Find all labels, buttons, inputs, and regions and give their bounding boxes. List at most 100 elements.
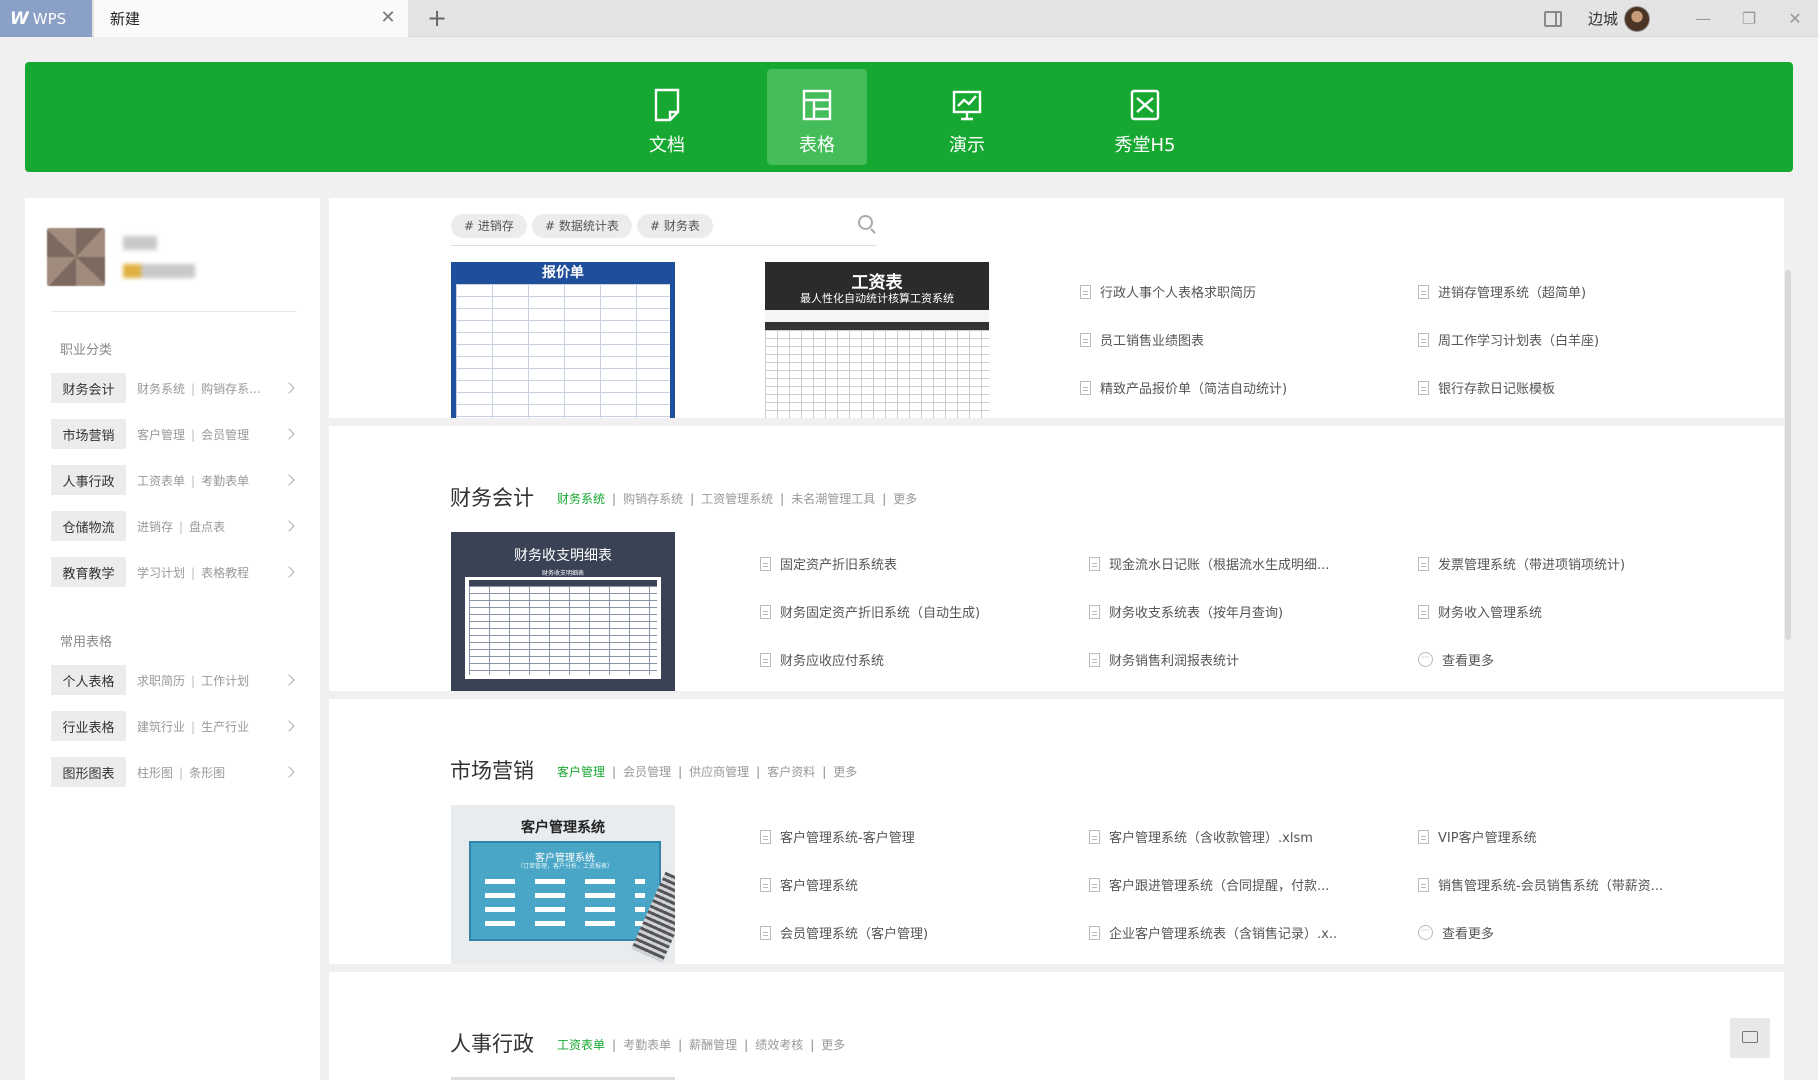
sidebar-row-finance[interactable]: 财务会计 财务系统 | 购销存系... [51, 373, 297, 403]
sidebar-row-personal[interactable]: 个人表格 求职简历 | 工作计划 [51, 665, 297, 695]
profile-avatar[interactable] [47, 228, 105, 286]
thumbnail-salary[interactable]: 工资表 最人性化自动统计核算工资系统 [765, 262, 989, 418]
sidebar-sub-link[interactable]: 学习计划 [137, 566, 185, 580]
template-link[interactable]: 客户管理系统 [760, 875, 858, 894]
sidebar-sub-link[interactable]: 会员管理 [201, 428, 249, 442]
template-link[interactable]: 客户管理系统-客户管理 [760, 827, 915, 846]
sidebar-tag[interactable]: 教育教学 [51, 557, 126, 587]
section-link[interactable]: 财务系统 [557, 492, 605, 506]
sidebar-sub-link[interactable]: 财务系统 [137, 382, 185, 396]
template-link[interactable]: 财务应收应付系统 [760, 650, 884, 669]
sidebar-sub-link[interactable]: 考勤表单 [201, 474, 249, 488]
template-link[interactable]: 固定资产折旧系统表 [760, 554, 897, 573]
template-link[interactable]: 发票管理系统（带进项销项统计) [1418, 554, 1625, 573]
template-link[interactable]: 财务收支系统表（按年月查询) [1089, 602, 1283, 621]
chevron-right-icon[interactable] [283, 382, 295, 394]
sidebar-tag[interactable]: 财务会计 [51, 373, 126, 403]
sidebar-sub-link[interactable]: 进销存 [137, 520, 173, 534]
section-link[interactable]: 供应商管理 [689, 765, 749, 779]
thumbnail-crm[interactable]: 客户管理系统 客户管理系统 （订单管理，客户分析，工资报表） [451, 805, 675, 964]
template-link[interactable]: 周工作学习计划表（白羊座) [1418, 330, 1599, 349]
sidebar-tag[interactable]: 仓储物流 [51, 511, 126, 541]
template-link[interactable]: 精致产品报价单（简洁自动统计) [1080, 378, 1287, 397]
category-h5[interactable]: 秀堂H5 [1085, 69, 1205, 165]
sidebar-sub-link[interactable]: 求职简历 [137, 674, 185, 688]
sidebar-sub-link[interactable]: 盘点表 [189, 520, 225, 534]
category-document[interactable]: 文档 [617, 69, 717, 165]
chevron-right-icon[interactable] [283, 474, 295, 486]
view-more-link[interactable]: ··· 查看更多 [1418, 650, 1494, 669]
restore-icon[interactable]: ❐ [1726, 0, 1772, 37]
sidebar-row-logistics[interactable]: 仓储物流 进销存 | 盘点表 [51, 511, 297, 541]
sidebar-tag[interactable]: 人事行政 [51, 465, 126, 495]
more-link[interactable]: 更多 [833, 765, 857, 779]
scrollbar[interactable] [1785, 270, 1791, 640]
sidebar-sub-link[interactable]: 工资表单 [137, 474, 185, 488]
search-input[interactable] [451, 245, 876, 246]
sidebar-sub-link[interactable]: 条形图 [189, 766, 225, 780]
section-link[interactable]: 考勤表单 [623, 1038, 671, 1052]
chevron-right-icon[interactable] [283, 520, 295, 532]
section-link[interactable]: 购销存系统 [623, 492, 683, 506]
add-tab-icon[interactable]: + [424, 5, 450, 31]
chevron-right-icon[interactable] [283, 766, 295, 778]
section-link[interactable]: 客户管理 [557, 765, 605, 779]
template-link[interactable]: 行政人事个人表格求职简历 [1080, 282, 1256, 301]
view-more-link[interactable]: ··· 查看更多 [1418, 923, 1494, 942]
sidebar-tag[interactable]: 行业表格 [51, 711, 126, 741]
template-link[interactable]: 客户跟进管理系统（合同提醒，付款... [1089, 875, 1329, 894]
template-link[interactable]: 会员管理系统（客户管理) [760, 923, 928, 942]
section-link[interactable]: 会员管理 [623, 765, 671, 779]
section-link[interactable]: 工资表单 [557, 1038, 605, 1052]
user-avatar[interactable] [1624, 5, 1650, 32]
sidebar-sub-link[interactable]: 购销存系... [201, 382, 260, 396]
layout-toggle-icon[interactable] [1543, 10, 1562, 27]
chevron-right-icon[interactable] [283, 428, 295, 440]
template-link[interactable]: VIP客户管理系统 [1418, 827, 1537, 846]
sidebar-sub-link[interactable]: 表格教程 [201, 566, 249, 580]
sidebar-row-education[interactable]: 教育教学 学习计划 | 表格教程 [51, 557, 297, 587]
chevron-right-icon[interactable] [283, 674, 295, 686]
minimize-icon[interactable]: — [1680, 0, 1726, 37]
hot-tag[interactable]: # 财务表 [637, 214, 713, 238]
sidebar-sub-link[interactable]: 客户管理 [137, 428, 185, 442]
category-table[interactable]: 表格 [767, 69, 867, 165]
sidebar-sub-link[interactable]: 建筑行业 [137, 720, 185, 734]
template-link[interactable]: 销售管理系统-会员销售系统（带薪资... [1418, 875, 1663, 894]
sidebar-row-marketing[interactable]: 市场营销 客户管理 | 会员管理 [51, 419, 297, 449]
template-link[interactable]: 企业客户管理系统表（含销售记录）.x.. [1089, 923, 1337, 942]
template-link[interactable]: 进销存管理系统（超简单) [1418, 282, 1586, 301]
template-link[interactable]: 现金流水日记账（根据流水生成明细... [1089, 554, 1329, 573]
chevron-right-icon[interactable] [283, 566, 295, 578]
section-link[interactable]: 客户资料 [767, 765, 815, 779]
wps-home-tab[interactable]: W WPS [0, 0, 92, 37]
category-presentation[interactable]: 演示 [917, 69, 1017, 165]
sidebar-tag[interactable]: 个人表格 [51, 665, 126, 695]
feedback-button[interactable] [1730, 1018, 1770, 1058]
more-link[interactable]: 更多 [893, 492, 917, 506]
new-doc-tab[interactable]: 新建 ✕ [94, 0, 408, 37]
user-name[interactable]: 边城 [1588, 8, 1618, 29]
more-link[interactable]: 更多 [821, 1038, 845, 1052]
sidebar-tag[interactable]: 图形图表 [51, 757, 126, 787]
sidebar-sub-link[interactable]: 生产行业 [201, 720, 249, 734]
sidebar-sub-link[interactable]: 柱形图 [137, 766, 173, 780]
section-link[interactable]: 薪酬管理 [689, 1038, 737, 1052]
sidebar-row-industry[interactable]: 行业表格 建筑行业 | 生产行业 [51, 711, 297, 741]
search-icon[interactable] [858, 215, 873, 230]
section-link[interactable]: 工资管理系统 [701, 492, 773, 506]
sidebar-sub-link[interactable]: 工作计划 [201, 674, 249, 688]
thumbnail-quote[interactable]: 报价单 [451, 262, 675, 418]
template-link[interactable]: 员工销售业绩图表 [1080, 330, 1204, 349]
template-link[interactable]: 财务固定资产折旧系统（自动生成) [760, 602, 980, 621]
template-link[interactable]: 财务收入管理系统 [1418, 602, 1542, 621]
thumbnail-finance[interactable]: 财务收支明细表 财务收支明细表 [451, 532, 675, 691]
section-link[interactable]: 绩效考核 [755, 1038, 803, 1052]
sidebar-tag[interactable]: 市场营销 [51, 419, 126, 449]
template-link[interactable]: 银行存款日记账模板 [1418, 378, 1555, 397]
section-link[interactable]: 未名潮管理工具 [791, 492, 875, 506]
template-link[interactable]: 财务销售利润报表统计 [1089, 650, 1239, 669]
sidebar-row-hr[interactable]: 人事行政 工资表单 | 考勤表单 [51, 465, 297, 495]
hot-tag[interactable]: # 数据统计表 [532, 214, 632, 238]
template-link[interactable]: 客户管理系统（含收款管理）.xlsm [1089, 827, 1313, 846]
